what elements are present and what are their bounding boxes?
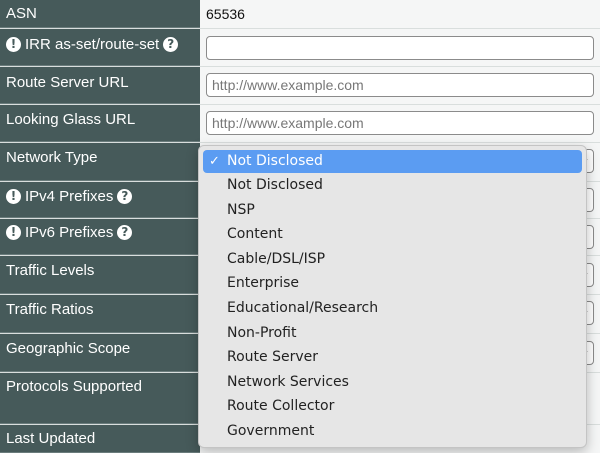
option-label: Not Disclosed: [227, 153, 323, 169]
lg-url-label: Looking Glass URL: [6, 111, 136, 128]
label-cell: Protocols Supported: [0, 373, 200, 424]
label-cell: ! IRR as-set/route-set ?: [0, 29, 200, 66]
row-route-server-url: Route Server URL: [0, 67, 600, 105]
asn-label: ASN: [6, 5, 37, 22]
checkmark-icon: ✓: [209, 154, 220, 169]
asn-value: 65536: [206, 6, 245, 22]
irr-input[interactable]: [206, 36, 594, 60]
dropdown-option[interactable]: Route Collector: [203, 394, 582, 419]
label-cell: Geographic Scope: [0, 334, 200, 372]
label-cell: Traffic Levels: [0, 256, 200, 294]
label-cell: ASN: [0, 0, 200, 28]
rs-url-label: Route Server URL: [6, 74, 129, 91]
dropdown-option[interactable]: Government: [203, 419, 582, 444]
irr-label: IRR as-set/route-set: [25, 36, 160, 53]
dropdown-option[interactable]: Not Disclosed: [203, 173, 582, 198]
dropdown-option[interactable]: Network Services: [203, 370, 582, 395]
dropdown-selected-option[interactable]: ✓ Not Disclosed: [203, 150, 582, 173]
row-irr: ! IRR as-set/route-set ?: [0, 29, 600, 67]
row-looking-glass-url: Looking Glass URL: [0, 105, 600, 143]
network-type-dropdown[interactable]: ✓ Not Disclosed Not Disclosed NSP Conten…: [198, 145, 587, 448]
label-cell: Last Updated: [0, 425, 200, 453]
dropdown-option[interactable]: Non-Profit: [203, 321, 582, 346]
label-cell: Route Server URL: [0, 67, 200, 104]
label-cell: ! IPv6 Prefixes ?: [0, 219, 200, 255]
last-updated-label: Last Updated: [6, 430, 96, 447]
label-cell: ! IPv4 Prefixes ?: [0, 182, 200, 218]
route-server-url-input[interactable]: [206, 73, 594, 97]
label-cell: Looking Glass URL: [0, 105, 200, 142]
network-type-label: Network Type: [6, 149, 98, 166]
dropdown-option[interactable]: Educational/Research: [203, 296, 582, 321]
protocols-label: Protocols Supported: [6, 378, 142, 395]
info-circle-icon[interactable]: !: [6, 189, 21, 204]
label-cell: Network Type: [0, 143, 200, 181]
ipv4-label: IPv4 Prefixes: [25, 188, 114, 205]
help-circle-icon[interactable]: ?: [117, 189, 133, 204]
ipv6-label: IPv6 Prefixes: [25, 224, 114, 241]
value-cell: [200, 67, 600, 104]
label-cell: Traffic Ratios: [0, 295, 200, 333]
dropdown-option[interactable]: Route Server: [203, 345, 582, 370]
help-circle-icon[interactable]: ?: [117, 225, 133, 240]
info-circle-icon[interactable]: !: [6, 225, 21, 240]
dropdown-option[interactable]: Cable/DSL/ISP: [203, 247, 582, 272]
value-cell: 65536: [200, 0, 600, 28]
traffic-levels-label: Traffic Levels: [6, 262, 95, 279]
geo-scope-label: Geographic Scope: [6, 340, 131, 357]
dropdown-option[interactable]: Enterprise: [203, 271, 582, 296]
dropdown-option[interactable]: Content: [203, 222, 582, 247]
value-cell: [200, 105, 600, 142]
help-circle-icon[interactable]: ?: [163, 37, 179, 52]
info-circle-icon[interactable]: !: [6, 37, 21, 52]
dropdown-option[interactable]: NSP: [203, 198, 582, 223]
value-cell: [200, 29, 600, 66]
traffic-ratios-label: Traffic Ratios: [6, 301, 94, 318]
looking-glass-url-input[interactable]: [206, 111, 594, 135]
row-asn: ASN 65536: [0, 0, 600, 29]
